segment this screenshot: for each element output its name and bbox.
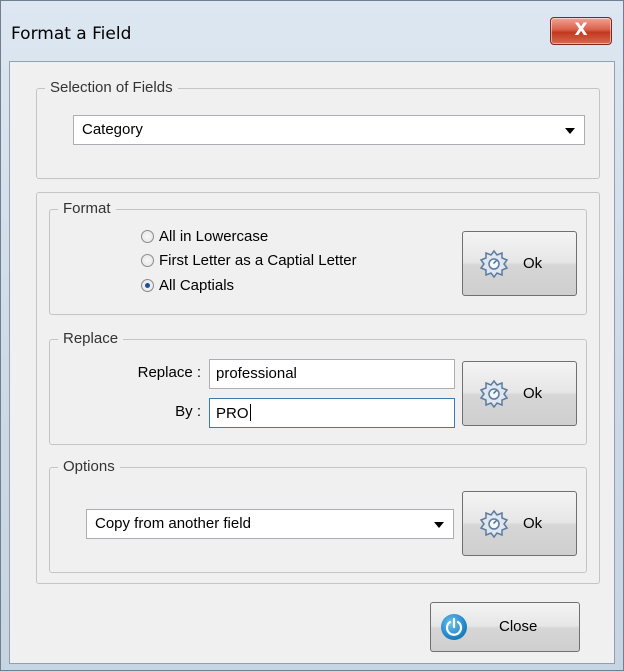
format-field-window: Format a Field X Selection of Fields Cat… (0, 0, 624, 671)
format-ok-button[interactable]: Ok (462, 231, 577, 296)
field-select-value: Category (82, 121, 143, 138)
chevron-down-icon (434, 522, 444, 528)
format-group: Format All in Lowercase First Letter as … (49, 200, 587, 315)
selection-of-fields-group: Selection of Fields Category (36, 79, 600, 179)
radio-lowercase-label: All in Lowercase (159, 228, 269, 245)
options-legend: Options (58, 458, 120, 476)
replace-label: Replace : (137, 364, 201, 381)
gear-icon (479, 249, 509, 279)
replace-ok-label: Ok (523, 385, 543, 402)
field-select[interactable]: Category (73, 115, 585, 145)
options-group: Options Copy from another field Ok (49, 458, 587, 573)
replace-legend: Replace (58, 330, 124, 348)
options-select[interactable]: Copy from another field (86, 509, 454, 539)
chevron-down-icon (565, 128, 575, 134)
operations-panel: Format All in Lowercase First Letter as … (36, 192, 600, 584)
radio-button[interactable] (141, 254, 154, 267)
format-ok-label: Ok (523, 255, 543, 272)
replace-group: Replace Replace : professional By : PRO … (49, 330, 587, 445)
radio-button-selected[interactable] (141, 279, 154, 292)
power-icon (441, 614, 467, 640)
close-icon: X (574, 20, 588, 40)
window-close-button[interactable]: X (550, 17, 612, 45)
selection-of-fields-legend: Selection of Fields (45, 79, 178, 97)
replace-ok-button[interactable]: Ok (462, 361, 577, 426)
close-button[interactable]: Close (430, 602, 580, 652)
radio-button[interactable] (141, 230, 154, 243)
replace-input[interactable]: professional (209, 359, 455, 389)
by-input[interactable]: PRO (209, 398, 455, 428)
format-legend: Format (58, 200, 116, 218)
close-button-label: Close (499, 618, 538, 635)
options-ok-label: Ok (523, 515, 543, 532)
gear-icon (479, 379, 509, 409)
title-bar[interactable]: Format a Field X (1, 1, 623, 61)
radio-first-letter-label: First Letter as a Captial Letter (159, 252, 357, 269)
by-input-value: PRO (216, 405, 249, 422)
dialog-body: Selection of Fields Category Format All … (9, 61, 615, 664)
radio-all-capitals-label: All Captials (159, 277, 235, 294)
replace-input-value: professional (216, 365, 297, 382)
options-ok-button[interactable]: Ok (462, 491, 577, 556)
window-title: Format a Field (11, 24, 132, 44)
by-label: By : (175, 403, 201, 420)
gear-icon (479, 509, 509, 539)
options-select-value: Copy from another field (95, 515, 251, 532)
text-caret (249, 404, 251, 421)
